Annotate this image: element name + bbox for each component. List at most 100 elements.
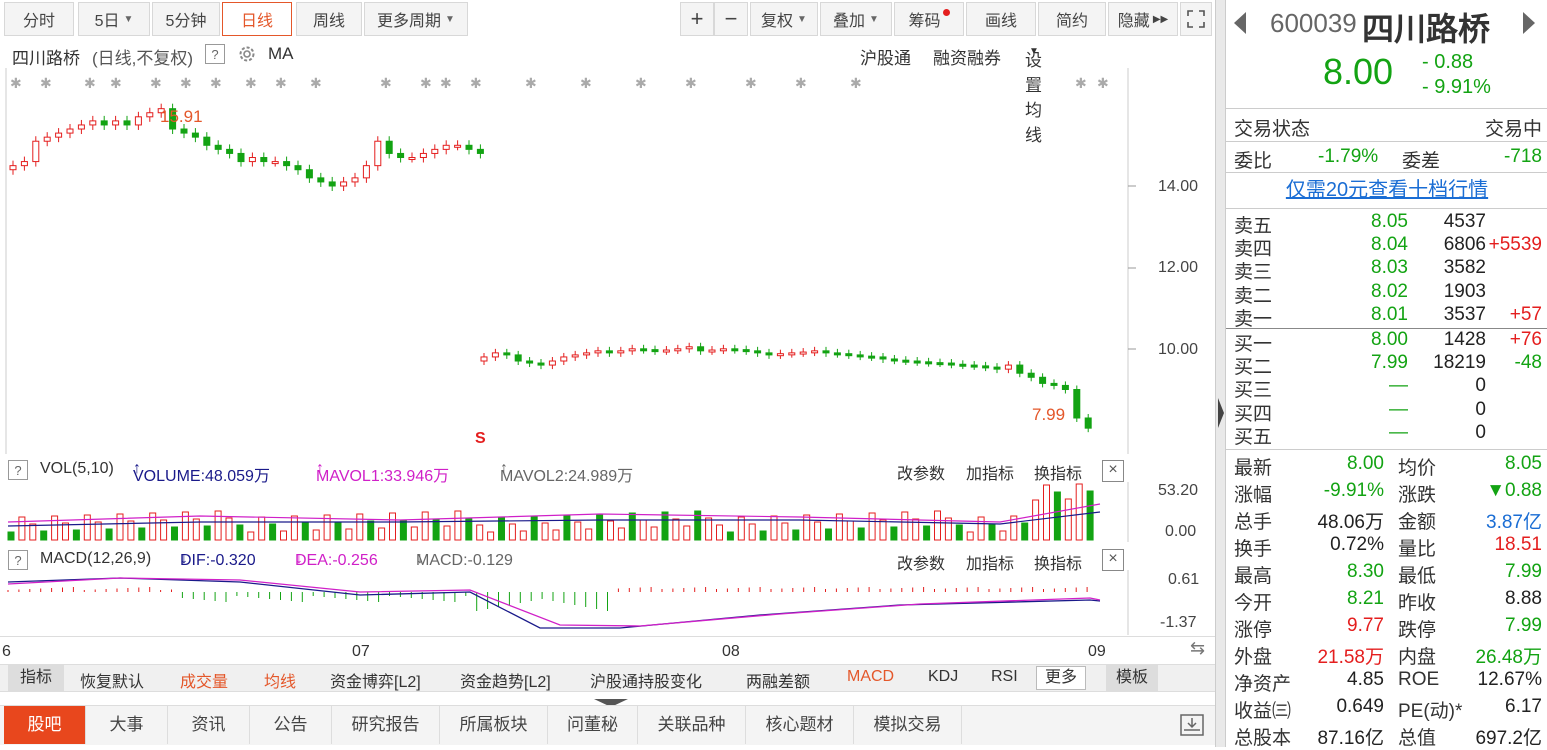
macd-chart[interactable] [0,570,1130,635]
volume-bar [748,523,756,541]
volume-bar [857,527,865,541]
margin-link[interactable]: 融资融券 [933,44,1001,69]
ask-row[interactable]: 卖四 8.04 6806 +5539 [1234,234,1542,260]
stat-label: 总手 [1234,512,1273,533]
candle-body [1073,389,1081,419]
rsi-tab[interactable]: RSI [991,668,1018,686]
candle-body [43,136,51,142]
volume-bar [236,524,244,541]
left-right-arrows-icon[interactable]: ⇆ [1190,638,1205,659]
candle-body [419,152,427,159]
hide-button[interactable]: 隐藏 ▶▶ [1108,2,1178,36]
bid-row[interactable]: 买二 7.99 18219 -48 [1234,352,1542,378]
help-icon[interactable]: ? [8,460,28,480]
volume-bar [628,512,636,541]
more-indicators-button[interactable]: 更多 [1036,666,1087,690]
panel-splitter[interactable] [1215,0,1225,747]
margin-diff-tab[interactable]: 两融差额 [746,668,810,692]
dea-value: DEA:-0.256 ↓ [295,550,378,569]
collapse-arrow-icon[interactable] [1217,398,1225,428]
tab-announcements[interactable]: 公告 [250,706,332,744]
zoom-in-button[interactable]: + [680,2,714,36]
tab-5min[interactable]: 5分钟 [152,2,220,36]
volume-bar [726,531,734,541]
help-icon[interactable]: ? [205,44,225,64]
volume-bar [999,530,1007,541]
tab-news[interactable]: 资讯 [168,706,250,744]
candle-body [799,351,807,355]
level2-promo-link[interactable]: 仅需20元查看十档行情 [1226,174,1547,206]
tab-5day[interactable]: 5日 ▼ [78,2,150,36]
chip-button[interactable]: 筹码 [894,2,964,36]
ask-row[interactable]: 卖五 8.05 4537 [1234,211,1542,237]
hgt-holding-tab[interactable]: 沪股通持股变化 [590,668,702,692]
volume-bar [225,517,233,541]
download-icon[interactable] [1180,714,1204,741]
bid-row[interactable]: 买一 8.00 1428 +76 [1234,329,1542,355]
volume-chart[interactable] [0,482,1130,542]
ask-row[interactable]: 卖二 8.02 1903 [1234,281,1542,307]
tab-daily[interactable]: 日线 [222,2,292,36]
volume-bar [901,511,909,541]
sell-marker[interactable]: S [475,430,486,448]
stat-row: 今开 8.21 昨收 8.88 [1234,588,1542,614]
volume-bar [345,528,353,541]
tab-sectors[interactable]: 所属板块 [440,706,548,744]
macd-tab[interactable]: MACD [847,668,894,686]
price-change: - 0.88 [1422,51,1474,73]
volume-bar [988,523,996,541]
tab-fenshi[interactable]: 分时 [4,2,74,36]
stock-code: 600039 [1270,8,1357,38]
settings-gear-icon[interactable] [236,43,258,70]
tab-more-periods[interactable]: 更多周期 ▼ [364,2,468,36]
draw-line-button[interactable]: 画线 [966,2,1036,36]
stat-value: 21.58万 [1317,647,1384,668]
macd-close-icon[interactable]: × [1102,549,1124,571]
ma-tab[interactable]: 均线 [264,668,296,692]
stat-value: 8.05 [1505,453,1542,474]
tab-events[interactable]: 大事 [86,706,168,744]
restore-default-tab[interactable]: 恢复默认 [80,668,144,692]
volume-tab[interactable]: 成交量 [180,668,228,692]
template-button[interactable]: 模板 [1106,665,1159,691]
chart-area[interactable]: 分时 5日 ▼ 5分钟 日线 周线 更多周期 ▼ + − 复权 ▼ 叠加 ▼ 筹码 画线… [0,0,1215,747]
stat-value: 3.87亿 [1486,512,1542,533]
bid-row[interactable]: 买四 —0 [1234,399,1542,425]
tab-ask-secretary[interactable]: 问董秘 [548,706,638,744]
collapse-handle-icon[interactable] [594,694,628,707]
candle-body [913,360,921,364]
vol-switch-indicator[interactable]: 换指标 [1034,460,1082,484]
capital-game-tab[interactable]: 资金博弈[L2] [330,668,421,692]
candle-body [617,350,625,354]
vol-close-icon[interactable]: × [1102,460,1124,482]
fullscreen-button[interactable] [1180,2,1212,36]
volume-bar [977,516,985,541]
simple-button[interactable]: 简约 [1038,2,1106,36]
overlay-button[interactable]: 叠加 ▼ [820,2,892,36]
next-stock-icon[interactable] [1521,12,1537,34]
bid-row[interactable]: 买三 —0 [1234,375,1542,401]
tab-weekly[interactable]: 周线 [296,2,362,36]
hgt-link[interactable]: 沪股通 [860,44,911,69]
tab-related[interactable]: 关联品种 [638,706,746,744]
macd-value: MACD:-0.129 ↓ [416,550,513,569]
capital-trend-tab[interactable]: 资金趋势[L2] [460,668,551,692]
zoom-out-button[interactable]: − [714,2,748,36]
indicator-tab-label[interactable]: 指标 [8,665,65,691]
prev-stock-icon[interactable] [1234,12,1250,34]
volume-bar [410,526,418,541]
tab-guba[interactable]: 股吧 [4,706,86,744]
vol-axis-label: 0.00 [1165,523,1197,540]
candle-body [340,181,348,187]
fuquan-button[interactable]: 复权 ▼ [750,2,818,36]
tab-sim-trade[interactable]: 模拟交易 [854,706,962,744]
bid-row[interactable]: 买五 —0 [1234,422,1542,448]
kdj-tab[interactable]: KDJ [928,668,958,686]
ask-row[interactable]: 卖三 8.03 3582 [1234,257,1542,283]
tab-core-themes[interactable]: 核心题材 [746,706,854,744]
vol-add-indicator[interactable]: 加指标 [966,460,1014,484]
tab-research[interactable]: 研究报告 [332,706,440,744]
ask-row[interactable]: 卖一 8.01 3537 +57 [1234,304,1542,330]
vol-edit-params[interactable]: 改参数 [897,460,945,484]
help-icon[interactable]: ? [8,550,28,570]
